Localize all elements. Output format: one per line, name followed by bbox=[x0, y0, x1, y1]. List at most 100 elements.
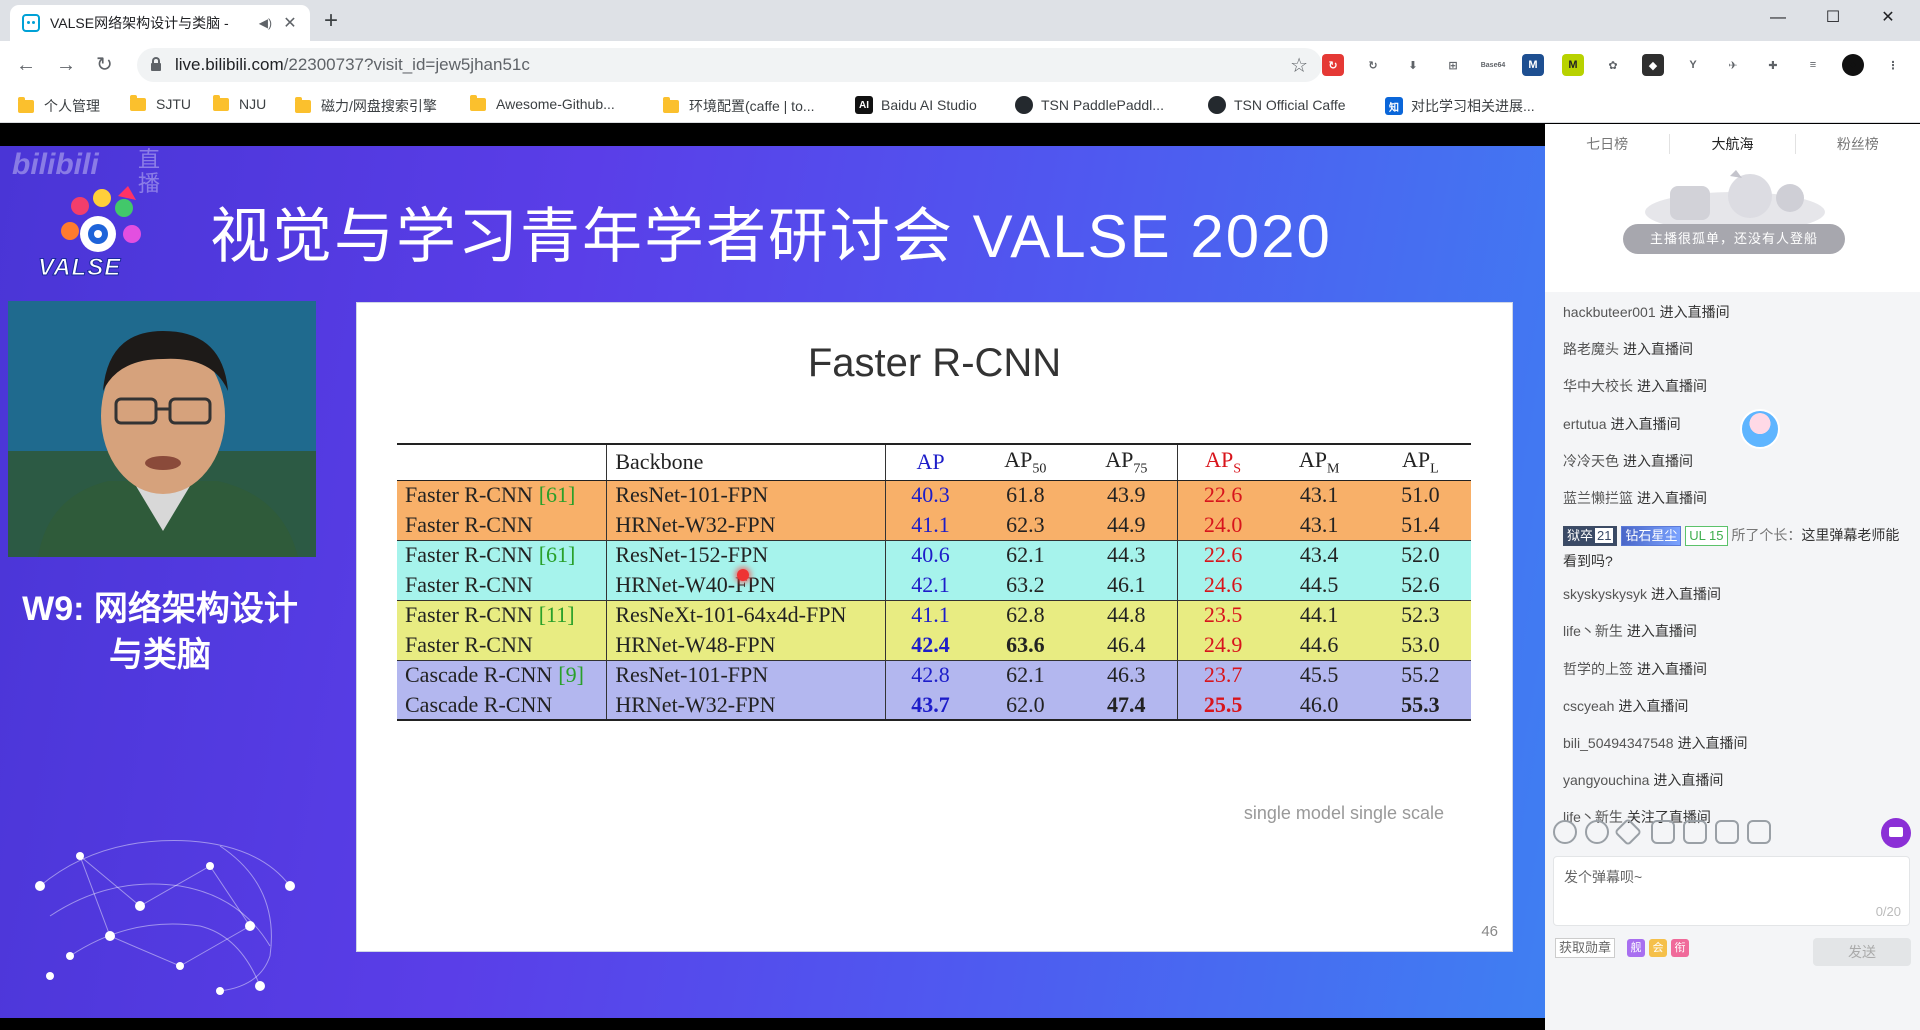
address-bar[interactable]: live.bilibili.com/22300737?visit_id=jew5… bbox=[137, 48, 1322, 82]
palette-icon[interactable] bbox=[1585, 820, 1609, 844]
bookmark-item[interactable]: 环境配置(caffe | to... bbox=[663, 96, 815, 116]
screen-icon-4[interactable] bbox=[1747, 820, 1771, 844]
results-table: Backbone AP AP50 AP75 APS APM APL Faster R-CNN… bbox=[397, 443, 1471, 721]
bookmark-item[interactable]: Awesome-Github... bbox=[470, 94, 615, 112]
lock-icon[interactable] bbox=[151, 57, 161, 71]
download-icon[interactable]: ⬇ bbox=[1402, 54, 1424, 76]
window-close-button[interactable]: ✕ bbox=[1865, 6, 1911, 30]
ext-5-icon[interactable]: Base64 bbox=[1481, 54, 1506, 76]
danmaku-input[interactable]: 发个弹幕呗~ 0/20 bbox=[1553, 856, 1910, 926]
metric-cell-aps: 23.5 bbox=[1176, 599, 1269, 630]
ext-8-icon[interactable]: ✿ bbox=[1602, 54, 1624, 76]
get-medal-button[interactable]: 获取勋章 bbox=[1555, 938, 1616, 958]
metric-cell-ap50: 62.3 bbox=[974, 510, 1076, 540]
ext-2-icon[interactable]: ↻ bbox=[1362, 54, 1384, 76]
column-header-text: AP bbox=[1004, 447, 1033, 473]
screen-icon-2[interactable] bbox=[1683, 820, 1707, 844]
bookmark-item[interactable]: TSN PaddlePaddl... bbox=[1015, 96, 1164, 114]
browser-tab-active[interactable]: VALSE网络架构设计与类脑 - ◀) ✕ bbox=[10, 5, 310, 41]
ext-10-icon[interactable]: Y bbox=[1682, 54, 1704, 76]
chat-username[interactable]: 蓝兰懒拦篮 bbox=[1563, 490, 1633, 506]
metric-cell-ap: 42.8 bbox=[885, 659, 975, 690]
screen-icon-1[interactable] bbox=[1651, 820, 1675, 844]
chat-username[interactable]: ertutua bbox=[1563, 416, 1607, 432]
method-name: Faster R-CNN bbox=[405, 631, 533, 657]
citation-ref: [11] bbox=[538, 602, 575, 628]
chat-bubble-icon[interactable] bbox=[1881, 818, 1911, 848]
minimize-button[interactable]: — bbox=[1755, 6, 1801, 30]
tab-seven-day-rank[interactable]: 七日榜 bbox=[1545, 134, 1671, 154]
chat-username[interactable]: 冷冷天色 bbox=[1563, 453, 1619, 469]
maximize-button[interactable]: ☐ bbox=[1810, 6, 1856, 30]
slide-title: Faster R-CNN bbox=[807, 341, 1062, 385]
bookmark-label: TSN Official Caffe bbox=[1234, 97, 1346, 113]
tab-fan-rank[interactable]: 粉丝榜 bbox=[1796, 134, 1920, 154]
metric-cell-aps: 24.9 bbox=[1176, 630, 1269, 660]
tab-guard-rank[interactable]: 大航海 bbox=[1670, 134, 1796, 154]
guard-badge[interactable]: 舰 bbox=[1627, 939, 1645, 957]
bookmark-item[interactable]: 个人管理 bbox=[18, 96, 100, 116]
bookmark-star-icon[interactable]: ☆ bbox=[1290, 53, 1308, 78]
chat-username[interactable]: cscyeah bbox=[1563, 698, 1614, 714]
brain-network-graphic bbox=[35, 840, 295, 995]
chat-username[interactable]: skyskyskysyk bbox=[1563, 586, 1647, 602]
ext-4-icon[interactable]: ⊞ bbox=[1442, 54, 1464, 76]
chat-username[interactable]: 哲学的上签 bbox=[1563, 661, 1633, 677]
fan-medal[interactable]: 狱卒 21 bbox=[1563, 526, 1618, 547]
live-stream-player[interactable]: bilibili 直播 VALSE 视觉与学习青年学者研讨会 VALSE 202… bbox=[0, 124, 1545, 1030]
chat-username[interactable]: hackbuteer001 bbox=[1563, 304, 1656, 320]
chat-list[interactable]: hackbuteer001 进入直播间 路老魔头 进入直播间 华中大校长 进入直播间 ert… bbox=[1563, 294, 1908, 836]
column-header-text: AP bbox=[1298, 447, 1327, 473]
bookmark-item[interactable]: TSN Official Caffe bbox=[1208, 96, 1346, 114]
metric-cell-apm: 45.5 bbox=[1268, 659, 1370, 690]
metric-cell-ap50: 62.8 bbox=[974, 599, 1076, 630]
chat-username[interactable]: bili_50494347548 bbox=[1563, 735, 1674, 751]
chat-username[interactable]: life丶新生 bbox=[1563, 623, 1623, 639]
ext-11-icon[interactable]: ✈ bbox=[1722, 54, 1744, 76]
url-text[interactable]: live.bilibili.com/22300737?visit_id=jew5… bbox=[175, 55, 1290, 75]
ext-1-icon[interactable]: ↻ bbox=[1322, 54, 1344, 76]
empty-rank-placeholder: 主播很孤单，还没有人登船 bbox=[1545, 164, 1920, 292]
back-arrow-icon[interactable]: ← bbox=[16, 53, 36, 77]
ext-7-icon[interactable]: M bbox=[1562, 54, 1584, 76]
speaker-icon[interactable]: ◀) bbox=[259, 16, 272, 30]
metric-cell-apm: 46.0 bbox=[1268, 690, 1370, 721]
ext-6-icon[interactable]: M bbox=[1522, 54, 1544, 76]
puzzle-icon[interactable]: ✚ bbox=[1762, 54, 1784, 76]
gift-star-icon[interactable] bbox=[1613, 817, 1643, 847]
metric-cell-apl: 51.0 bbox=[1369, 479, 1471, 510]
bookmark-item[interactable]: SJTU bbox=[130, 94, 191, 112]
emoji-icon[interactable] bbox=[1553, 820, 1577, 844]
reload-icon[interactable]: ↻ bbox=[96, 53, 113, 77]
new-tab-button[interactable]: + bbox=[324, 9, 338, 33]
chat-username[interactable]: yangyouchina bbox=[1563, 772, 1649, 788]
rank-badge[interactable]: 钻石星尘 bbox=[1621, 526, 1682, 547]
bookmark-item[interactable]: 知对比学习相关进展... bbox=[1385, 96, 1535, 116]
chat-username[interactable]: 所了个长： bbox=[1731, 527, 1801, 543]
bookmark-item[interactable]: AI Baidu AI Studio bbox=[855, 96, 977, 114]
send-button[interactable]: 发送 bbox=[1813, 938, 1911, 966]
ext-9-icon[interactable]: ◆ bbox=[1642, 54, 1664, 76]
column-header-subscript: M bbox=[1326, 461, 1340, 477]
profile-avatar[interactable]: ● bbox=[1842, 54, 1864, 76]
member-badge[interactable]: 会 bbox=[1649, 939, 1667, 957]
menu-icon[interactable]: ⋮ bbox=[1882, 54, 1904, 76]
bookmark-item[interactable]: 磁力/网盘搜索引擎 bbox=[295, 96, 437, 116]
title-badge[interactable]: 衔 bbox=[1671, 939, 1689, 957]
metric-cell-ap: 41.1 bbox=[885, 599, 975, 630]
chat-username[interactable]: 华中大校长 bbox=[1563, 378, 1633, 394]
tab-close-icon[interactable]: ✕ bbox=[280, 13, 300, 33]
screen-icon-3[interactable] bbox=[1715, 820, 1739, 844]
metric-cell-aps: 24.0 bbox=[1176, 510, 1269, 540]
user-level-badge[interactable]: UL 15 bbox=[1685, 526, 1728, 547]
method-name: Faster R-CNN bbox=[405, 602, 533, 628]
metric-cell-apm: 44.5 bbox=[1268, 570, 1370, 600]
ai-studio-icon: AI bbox=[855, 96, 873, 114]
metric-cell-ap: 42.1 bbox=[885, 570, 975, 600]
bookmark-item[interactable]: NJU bbox=[213, 94, 266, 112]
chat-username[interactable]: 路老魔头 bbox=[1563, 341, 1619, 357]
bookmark-label: TSN PaddlePaddl... bbox=[1041, 97, 1164, 113]
mascot-avatar[interactable] bbox=[1740, 409, 1780, 449]
media-icon[interactable]: ≡ bbox=[1802, 54, 1824, 76]
forward-arrow-icon[interactable]: → bbox=[56, 53, 76, 77]
